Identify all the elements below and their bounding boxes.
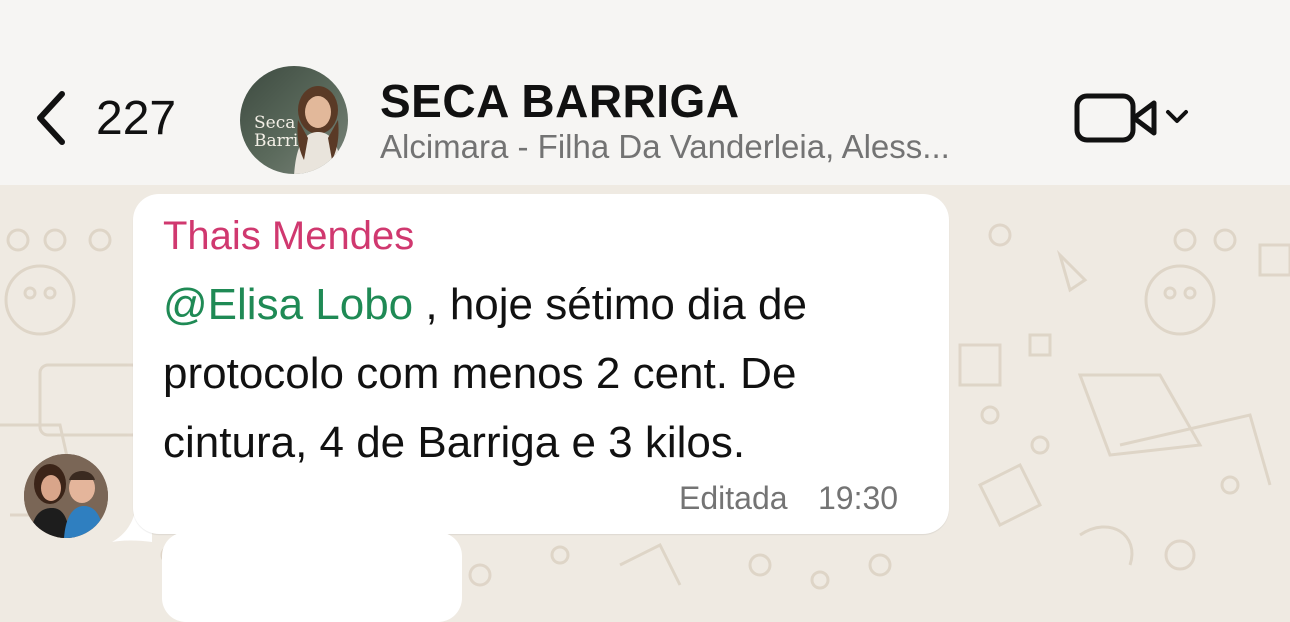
- chevron-left-icon: [37, 91, 65, 145]
- group-avatar[interactable]: Seca Barriga: [240, 66, 348, 174]
- message-time: 19:30: [818, 480, 899, 516]
- unread-count: 227: [96, 91, 177, 145]
- back-button[interactable]: 227: [30, 88, 176, 148]
- message-text: @Elisa Lobo , hoje sétimo dia de protoco…: [163, 270, 933, 477]
- edited-label: Editada: [679, 480, 788, 516]
- chevron-down-icon: [1166, 110, 1188, 123]
- group-name[interactable]: SECA BARRIGA: [380, 74, 740, 128]
- sender-avatar-photo: [24, 454, 108, 538]
- next-message-bubble[interactable]: [162, 532, 462, 622]
- message-sender-name[interactable]: Thais Mendes: [163, 214, 414, 259]
- video-camera-icon: [1074, 93, 1157, 143]
- members-preview[interactable]: Alcimara - Filha Da Vanderleia, Aless...: [380, 128, 950, 166]
- mention-link[interactable]: @Elisa Lobo: [163, 280, 413, 329]
- chat-header: 227 Seca Barriga SECA BARRIGA Alcimara - …: [0, 0, 1290, 185]
- sender-avatar[interactable]: [24, 454, 108, 538]
- video-call-button[interactable]: [1074, 92, 1194, 144]
- avatar-photo: [294, 86, 342, 174]
